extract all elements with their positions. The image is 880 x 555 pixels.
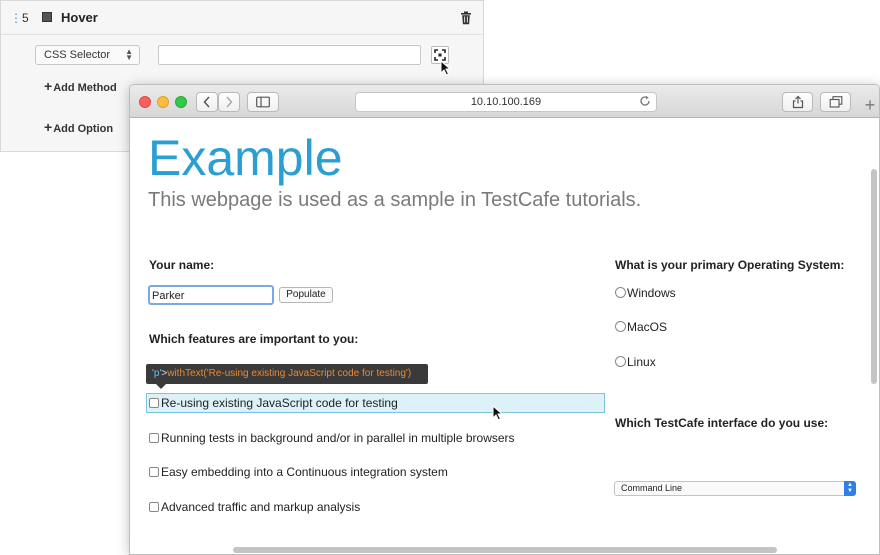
os-option-label: Windows xyxy=(627,286,676,300)
feature-label: Running tests in background and/or in pa… xyxy=(161,431,515,445)
share-icon xyxy=(792,95,803,109)
tabs-icon xyxy=(829,96,842,108)
populate-button[interactable]: Populate xyxy=(279,287,333,303)
minimize-window-button[interactable] xyxy=(157,96,169,108)
mouse-cursor-icon xyxy=(440,60,452,76)
feature-label: Advanced traffic and markup analysis xyxy=(161,500,361,514)
trash-icon[interactable] xyxy=(460,11,472,25)
vertical-scrollbar[interactable] xyxy=(871,169,877,384)
radio-button[interactable] xyxy=(615,321,626,332)
name-label: Your name: xyxy=(149,258,215,272)
page-heading: Example xyxy=(148,130,343,186)
os-option-label: MacOS xyxy=(627,320,668,334)
browser-window: 10.10.100.169 + Example This webpage is … xyxy=(129,84,880,555)
share-button[interactable] xyxy=(782,92,813,112)
zoom-window-button[interactable] xyxy=(175,96,187,108)
forward-button[interactable] xyxy=(218,92,240,112)
add-method-label: Add Method xyxy=(53,82,117,94)
checkbox[interactable] xyxy=(149,398,159,408)
chevron-left-icon xyxy=(203,96,210,108)
os-radio-row[interactable]: MacOS xyxy=(615,319,667,335)
feature-checkbox-row[interactable]: Advanced traffic and markup analysis xyxy=(149,499,360,515)
selector-type-dropdown[interactable]: CSS Selector ▲ ▼ xyxy=(35,45,140,65)
sidebar-button[interactable] xyxy=(247,92,279,112)
hover-action-icon xyxy=(42,12,52,22)
step-header: ⋮ 5 Hover xyxy=(1,1,483,35)
mouse-cursor-icon xyxy=(492,405,504,421)
back-button[interactable] xyxy=(196,92,218,112)
add-option-label: Add Option xyxy=(53,123,114,135)
selector-tooltip: 'p'>withText('Re-using existing JavaScri… xyxy=(146,364,428,389)
tooltip-tag: 'p' xyxy=(152,368,162,379)
new-tab-button[interactable]: + xyxy=(859,94,879,116)
url-text: 10.10.100.169 xyxy=(470,96,542,108)
checkbox[interactable] xyxy=(149,502,159,512)
name-input-value: Parker xyxy=(152,290,185,302)
tooltip-pointer xyxy=(156,384,166,389)
step-title: Hover xyxy=(61,10,98,25)
browser-toolbar: 10.10.100.169 + xyxy=(130,85,879,118)
selector-input[interactable] xyxy=(158,45,421,65)
chevron-right-icon xyxy=(226,96,233,108)
add-option-button[interactable]: +Add Option xyxy=(44,119,113,135)
feature-label: Re-using existing JavaScript code for te… xyxy=(161,396,398,410)
plus-icon: + xyxy=(864,95,876,115)
plus-icon: + xyxy=(44,119,53,135)
page-subtitle: This webpage is used as a sample in Test… xyxy=(148,189,642,211)
plus-icon: + xyxy=(44,78,53,94)
feature-label: Easy embedding into a Continuous integra… xyxy=(161,465,448,479)
close-window-button[interactable] xyxy=(139,96,151,108)
checkbox[interactable] xyxy=(149,433,159,443)
checkbox[interactable] xyxy=(149,467,159,477)
feature-checkbox-row[interactable]: Running tests in background and/or in pa… xyxy=(149,430,515,446)
features-label: Which features are important to you: xyxy=(149,332,359,346)
selector-type-value: CSS Selector xyxy=(44,49,111,61)
tabs-overview-button[interactable] xyxy=(820,92,851,112)
interface-label: Which TestCafe interface do you use: xyxy=(615,416,829,430)
updown-arrows-icon: ▲ ▼ xyxy=(125,47,133,62)
reload-icon[interactable] xyxy=(639,95,651,107)
drag-handle-icon[interactable]: ⋮ xyxy=(10,11,22,25)
updown-arrows-icon: ▲ ▼ xyxy=(844,481,856,496)
os-radio-row[interactable]: Linux xyxy=(615,354,656,370)
os-radio-row[interactable]: Windows xyxy=(615,285,676,301)
tooltip-text: withText('Re-using existing JavaScript c… xyxy=(167,368,412,379)
step-number: 5 xyxy=(22,11,29,25)
feature-checkbox-row[interactable]: Easy embedding into a Continuous integra… xyxy=(149,464,448,480)
feature-checkbox-row[interactable]: Re-using existing JavaScript code for te… xyxy=(149,395,398,411)
add-method-button[interactable]: +Add Method xyxy=(44,78,117,94)
address-bar[interactable]: 10.10.100.169 xyxy=(355,92,657,112)
sidebar-icon xyxy=(256,96,270,108)
horizontal-scrollbar[interactable] xyxy=(233,547,777,553)
interface-select-value: Command Line xyxy=(621,483,683,493)
radio-button[interactable] xyxy=(615,287,626,298)
interface-select[interactable]: Command Line ▲ ▼ xyxy=(614,481,856,496)
name-input[interactable]: Parker xyxy=(148,285,274,305)
os-option-label: Linux xyxy=(627,355,656,369)
page-content: Example This webpage is used as a sample… xyxy=(130,119,879,554)
radio-button[interactable] xyxy=(615,356,626,367)
os-label: What is your primary Operating System: xyxy=(615,258,845,272)
